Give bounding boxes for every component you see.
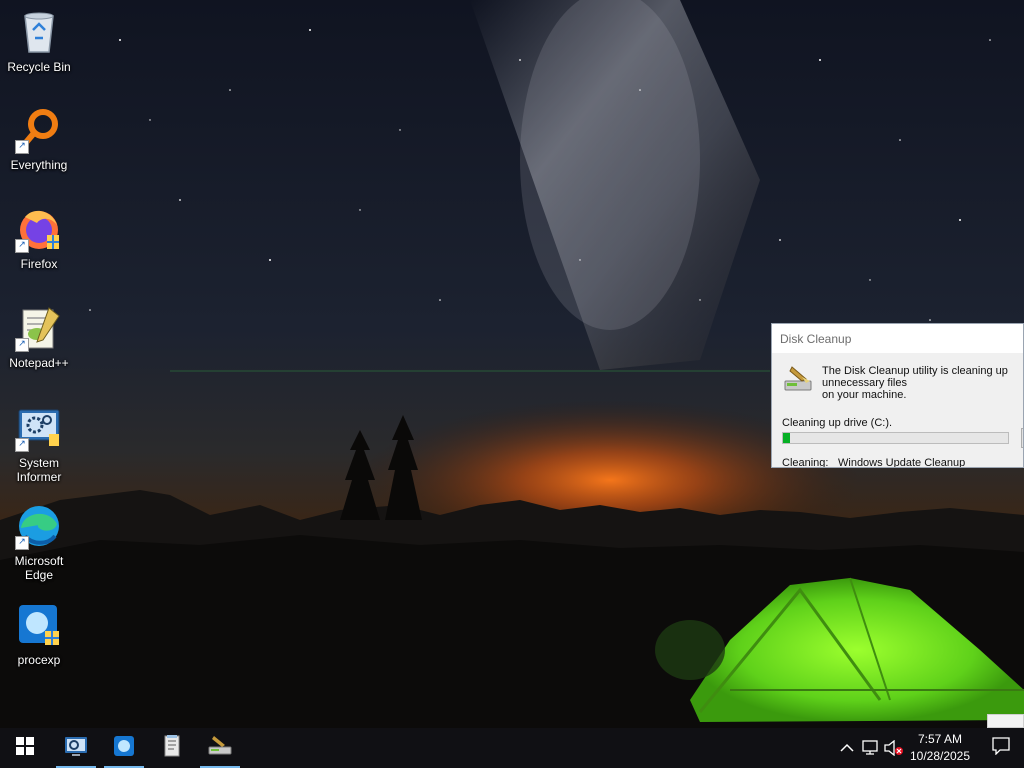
dialog-title: Disk Cleanup [780, 331, 852, 346]
notepad-plus-plus-icon: ↗ [15, 304, 63, 352]
system-clock[interactable]: 7:57 AM 10/28/2025 [905, 731, 975, 765]
notepad-icon [160, 734, 184, 763]
shortcut-arrow-icon: ↗ [15, 536, 29, 550]
desktop-icon-firefox[interactable]: ↗ Firefox [2, 205, 76, 271]
desktop-icon-everything[interactable]: ↗ Everything [2, 106, 76, 172]
notification-icon [992, 736, 1010, 760]
disk-cleanup-icon [782, 363, 814, 395]
shortcut-arrow-icon: ↗ [15, 239, 29, 253]
firefox-icon: ↗ [15, 205, 63, 253]
procexp-icon [15, 601, 63, 649]
system-informer-icon: ↗ [15, 404, 63, 452]
edge-icon: ↗ [15, 502, 63, 550]
cleanup-progress-bar [782, 432, 1009, 444]
cleaning-label: Cleaning: [782, 457, 829, 468]
desktop-screen: Recycle Bin ↗ Everything ↗ Firefox ↗ Not… [0, 0, 1024, 768]
dialog-message: The Disk Cleanup utility is cleaning up … [822, 365, 1008, 401]
desktop-icon-procexp[interactable]: procexp [2, 601, 76, 667]
progress-fill [783, 433, 790, 443]
shortcut-arrow-icon: ↗ [15, 438, 29, 452]
start-button[interactable] [2, 728, 48, 768]
desktop-icon-label: System Informer [16, 456, 62, 484]
taskbar-button-procexp[interactable] [102, 728, 146, 768]
desktop-icon-label: Notepad++ [9, 356, 69, 370]
taskbar-button-system-informer[interactable] [54, 728, 98, 768]
shortcut-arrow-icon: ↗ [15, 338, 29, 352]
taskbar-button-notepad[interactable] [150, 728, 194, 768]
shortcut-arrow-icon: ↗ [15, 140, 29, 154]
desktop-icon-label: Microsoft Edge [14, 554, 64, 582]
volume-muted-icon[interactable] [884, 738, 904, 758]
notification-center-button[interactable] [978, 728, 1024, 768]
dialog-drive-label: Cleaning up drive (C:). [782, 417, 893, 429]
desktop-icon-label: Recycle Bin [7, 60, 71, 74]
system-informer-icon [64, 734, 88, 763]
magnifier-icon: ↗ [15, 106, 63, 154]
desktop-icon-microsoft-edge[interactable]: ↗ Microsoft Edge [2, 502, 76, 582]
clock-date: 10/28/2025 [909, 749, 971, 763]
desktop-icon-system-informer[interactable]: ↗ System Informer [2, 404, 76, 484]
recycle-bin-icon [15, 8, 63, 56]
disk-cleanup-dialog[interactable]: Disk Cleanup The Disk Cleanup utility is… [771, 323, 1024, 468]
chevron-up-icon[interactable] [837, 738, 857, 758]
taskbar: 7:57 AM 10/28/2025 [0, 728, 1024, 768]
network-icon[interactable] [861, 738, 881, 758]
desktop-icon-label: Everything [10, 158, 68, 172]
partially-visible-window[interactable] [987, 714, 1024, 728]
desktop-icon-label: Firefox [20, 257, 58, 271]
desktop-icon-label: procexp [17, 653, 61, 667]
cleaning-value: Windows Update Cleanup [838, 457, 966, 468]
taskbar-button-disk-cleanup[interactable] [198, 728, 242, 768]
windows-logo-icon [16, 736, 34, 760]
desktop-icon-notepad-plus-plus[interactable]: ↗ Notepad++ [2, 304, 76, 370]
desktop-icon-recycle-bin[interactable]: Recycle Bin [2, 8, 76, 74]
clock-time: 7:57 AM [917, 732, 963, 746]
disk-cleanup-icon [207, 734, 233, 763]
dialog-titlebar[interactable]: Disk Cleanup [772, 324, 1023, 353]
procexp-icon [112, 734, 136, 763]
